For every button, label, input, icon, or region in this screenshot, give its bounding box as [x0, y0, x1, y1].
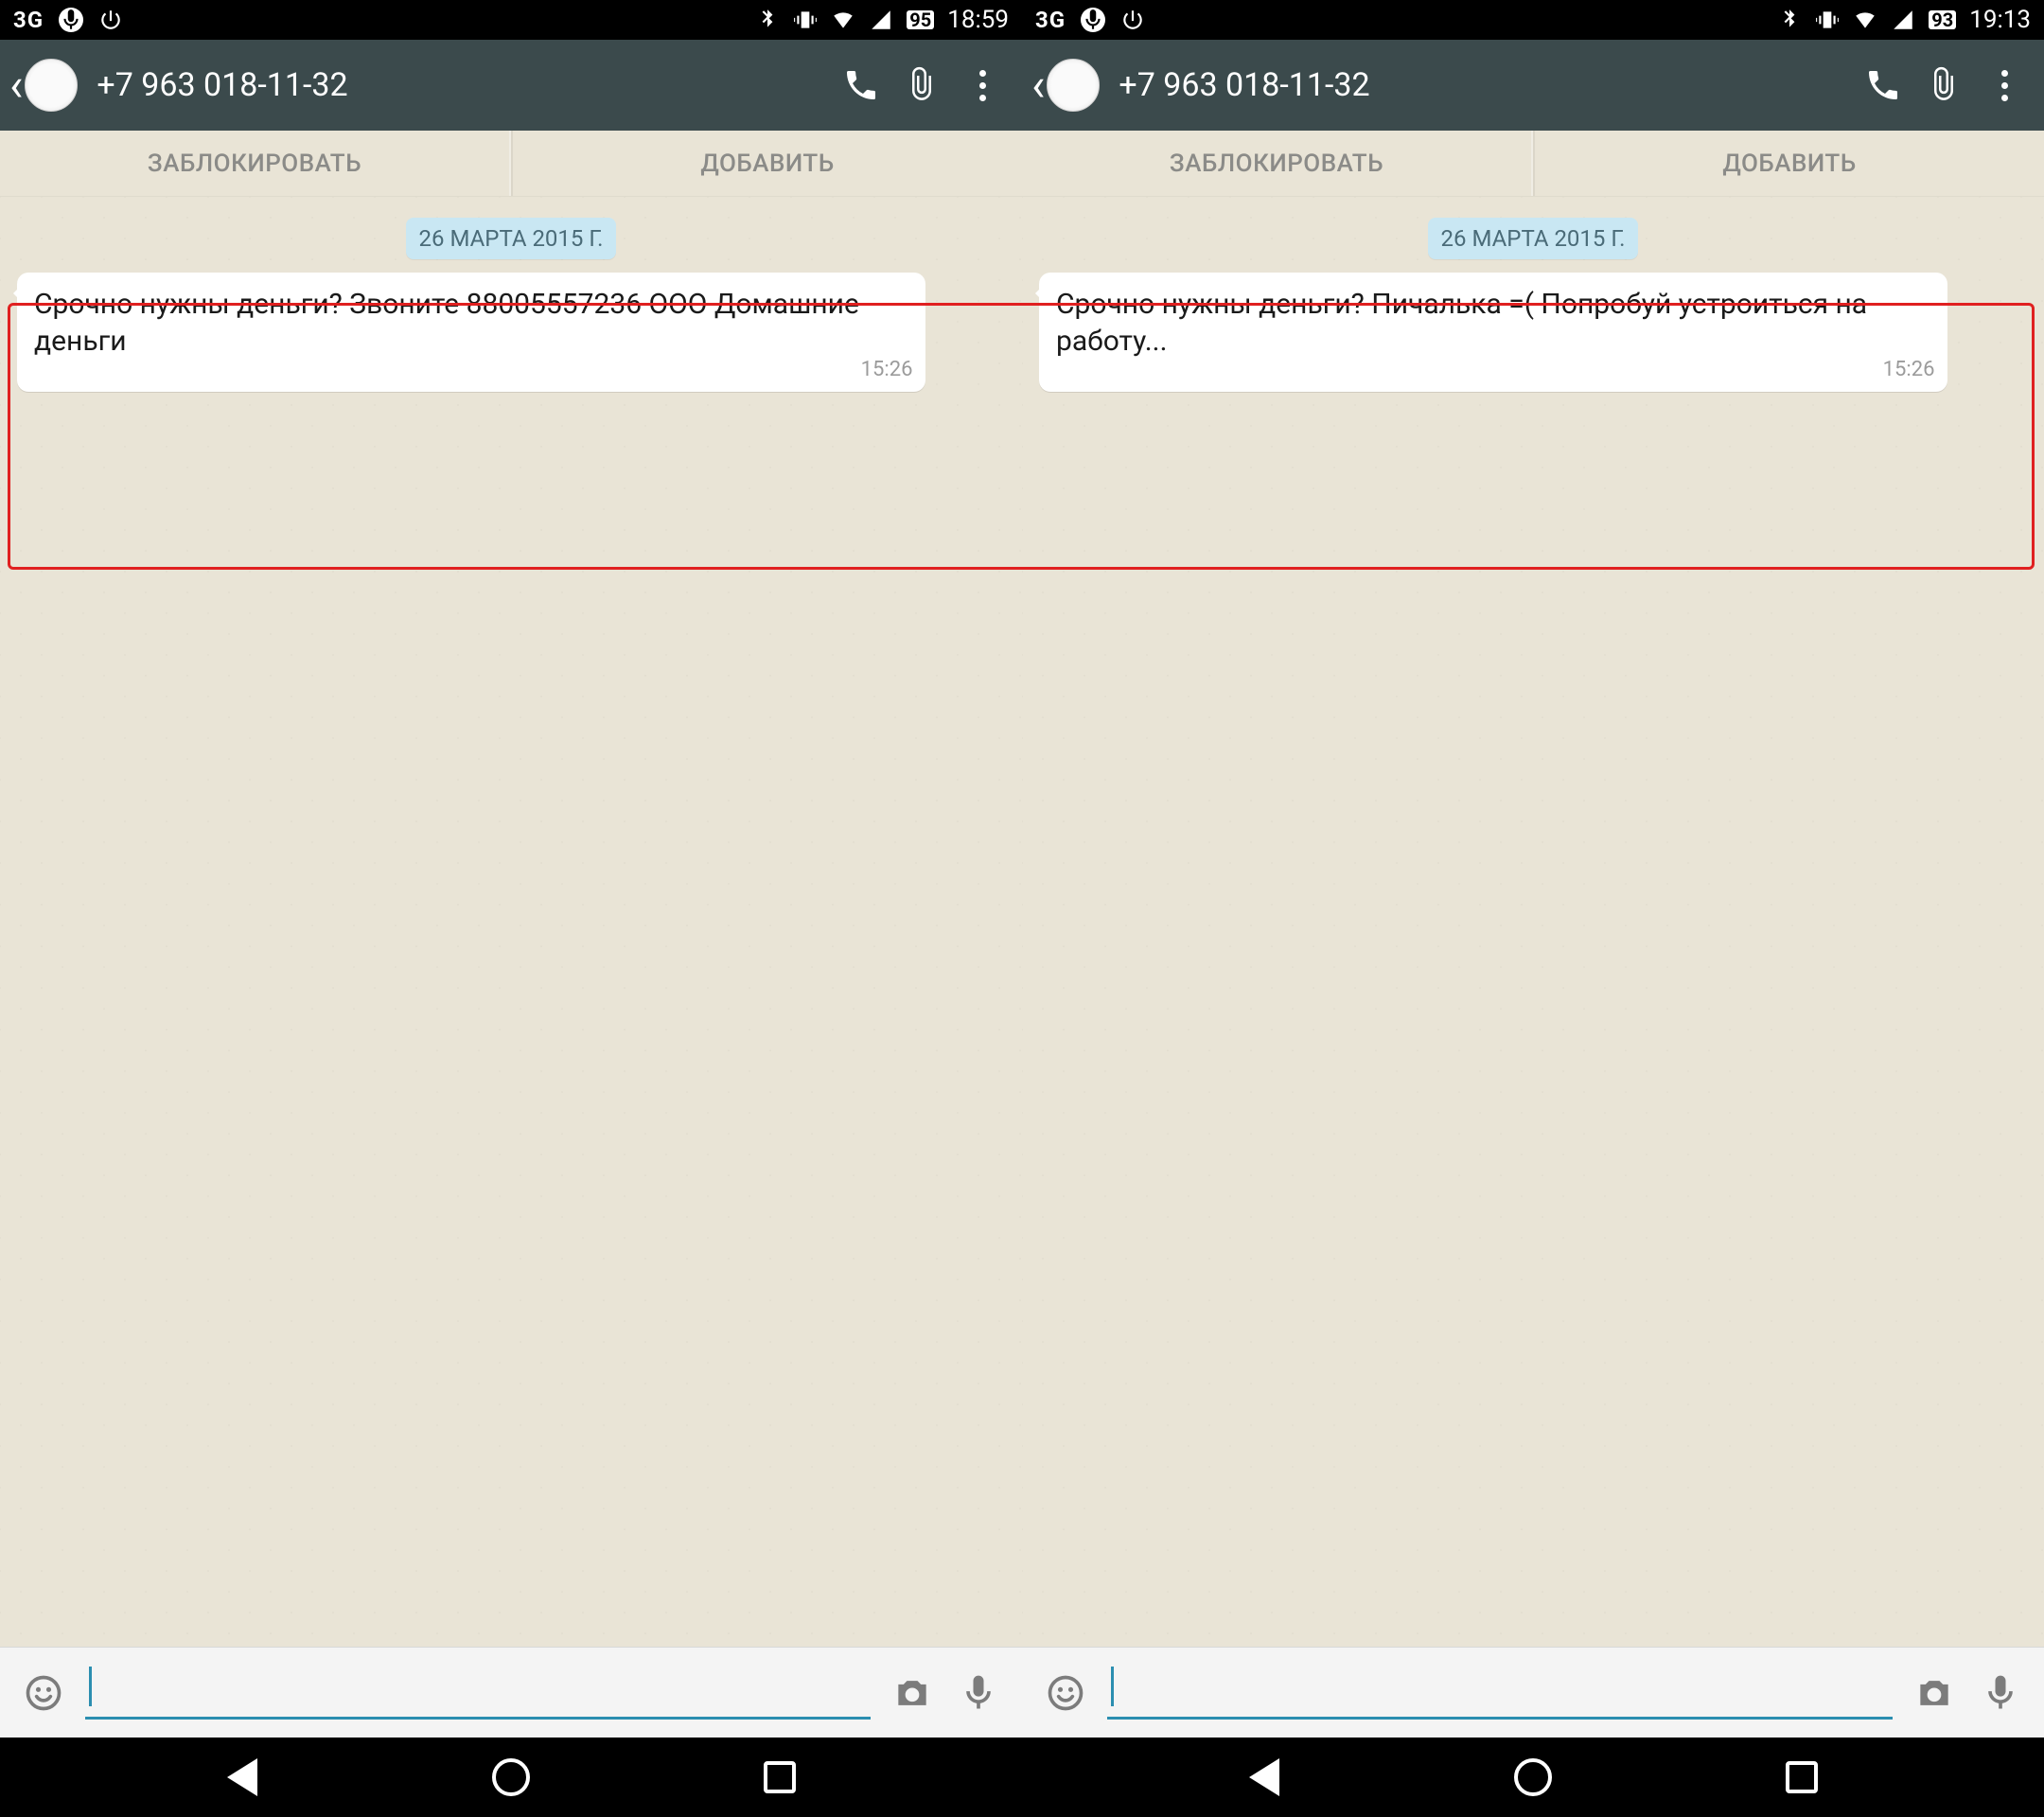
signal-icon [1891, 8, 1915, 32]
mic-icon [59, 8, 83, 32]
add-contact-button[interactable]: ДОБАВИТЬ [1533, 131, 2044, 196]
input-bar [1022, 1647, 2044, 1738]
back-triangle-icon [227, 1758, 257, 1796]
wifi-icon [831, 8, 855, 32]
emoji-icon [23, 1672, 64, 1714]
nav-home[interactable] [485, 1751, 537, 1804]
clock: 18:59 [947, 6, 1009, 34]
message-input[interactable] [1107, 1667, 1893, 1720]
voice-button[interactable] [1976, 1668, 2025, 1718]
camera-button[interactable] [1910, 1668, 1959, 1718]
action-row: ЗАБЛОКИРОВАТЬ ДОБАВИТЬ [1022, 131, 2044, 197]
clock: 19:13 [1969, 6, 2031, 34]
avatar [1047, 59, 1100, 112]
back-button[interactable]: ‹ [4, 55, 83, 115]
battery-indicator: 93 [1929, 10, 1956, 29]
battery-indicator: 95 [907, 10, 934, 29]
wifi-icon [1853, 8, 1877, 32]
block-button[interactable]: ЗАБЛОКИРОВАТЬ [0, 131, 511, 196]
nav-recent[interactable] [753, 1751, 806, 1804]
avatar [25, 59, 78, 112]
status-bar: 3G 93 19:13 [1022, 0, 2044, 40]
date-pill: 26 МАРТА 2015 Г. [1428, 218, 1639, 259]
voice-button[interactable] [954, 1668, 1003, 1718]
emoji-button[interactable] [1041, 1668, 1090, 1718]
chat-header: ‹ +7 963 018-11-32 [1022, 40, 2044, 131]
paperclip-icon [1925, 66, 1963, 104]
camera-icon [891, 1672, 933, 1714]
android-nav [0, 1738, 2044, 1817]
action-row: ЗАБЛОКИРОВАТЬ ДОБАВИТЬ [0, 131, 1022, 197]
phone-icon [1864, 66, 1902, 104]
contact-name[interactable]: +7 963 018-11-32 [1119, 66, 1369, 104]
bluetooth-icon [755, 8, 780, 32]
message-text: Срочно нужны деньги? Пичалька =( Попробу… [1056, 288, 1867, 358]
recent-square-icon [1786, 1761, 1818, 1793]
nav-recent[interactable] [1775, 1751, 1828, 1804]
chat-header: ‹ +7 963 018-11-32 [0, 40, 1022, 131]
nav-back[interactable] [216, 1751, 269, 1804]
home-circle-icon [1514, 1758, 1552, 1796]
paperclip-icon [903, 66, 941, 104]
chevron-left-icon: ‹ [9, 72, 23, 99]
screen-left: 3G 9 [0, 0, 1022, 1738]
nav-home[interactable] [1507, 1751, 1559, 1804]
back-button[interactable]: ‹ [1026, 55, 1105, 115]
incoming-message[interactable]: Срочно нужны деньги? Пичалька =( Попробу… [1039, 273, 1947, 392]
call-button[interactable] [831, 55, 891, 115]
emoji-button[interactable] [19, 1668, 68, 1718]
network-indicator: 3G [13, 7, 44, 33]
recent-square-icon [764, 1761, 796, 1793]
power-icon [1120, 8, 1145, 32]
date-pill: 26 МАРТА 2015 Г. [406, 218, 617, 259]
message-input[interactable] [85, 1667, 871, 1720]
screen-right: 3G 93 19:13 ‹ +7 963 [1022, 0, 2044, 1738]
chevron-left-icon: ‹ [1031, 72, 1045, 99]
block-button[interactable]: ЗАБЛОКИРОВАТЬ [1022, 131, 1533, 196]
signal-icon [869, 8, 893, 32]
message-time: 15:26 [1883, 357, 1935, 384]
mic-icon [1980, 1672, 2021, 1714]
vibrate-icon [793, 8, 818, 32]
network-indicator: 3G [1035, 7, 1066, 33]
status-bar: 3G 9 [0, 0, 1022, 40]
message-text: Срочно нужны деньги? Звоните 88005557236… [34, 288, 859, 358]
attach-button[interactable] [1913, 55, 1974, 115]
attach-button[interactable] [891, 55, 952, 115]
message-time: 15:26 [861, 357, 913, 384]
emoji-icon [1045, 1672, 1086, 1714]
back-triangle-icon [1249, 1758, 1279, 1796]
screens-row: 3G 9 [0, 0, 2044, 1738]
power-icon [98, 8, 123, 32]
contact-name[interactable]: +7 963 018-11-32 [97, 66, 347, 104]
camera-icon [1913, 1672, 1955, 1714]
vibrate-icon [1815, 8, 1840, 32]
menu-button[interactable] [952, 55, 1013, 115]
camera-button[interactable] [888, 1668, 937, 1718]
phone-icon [842, 66, 880, 104]
mic-icon [958, 1672, 999, 1714]
nav-back[interactable] [1238, 1751, 1291, 1804]
bluetooth-icon [1777, 8, 1802, 32]
input-bar [0, 1647, 1022, 1738]
chat-area[interactable]: 26 МАРТА 2015 Г. Срочно нужны деньги? Пи… [1022, 197, 2044, 1647]
menu-button[interactable] [1974, 55, 2035, 115]
home-circle-icon [492, 1758, 530, 1796]
add-contact-button[interactable]: ДОБАВИТЬ [511, 131, 1022, 196]
incoming-message[interactable]: Срочно нужны деньги? Звоните 88005557236… [17, 273, 925, 392]
chat-area[interactable]: 26 МАРТА 2015 Г. Срочно нужны деньги? Зв… [0, 197, 1022, 1647]
mic-icon [1081, 8, 1105, 32]
call-button[interactable] [1853, 55, 1913, 115]
